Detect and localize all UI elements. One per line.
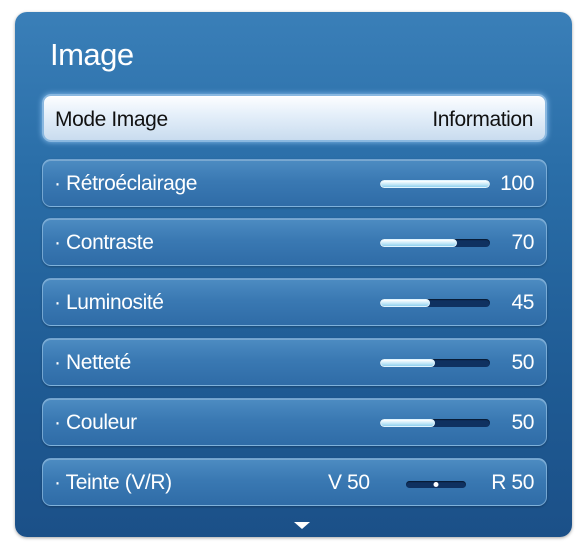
setting-value: 50	[511, 351, 534, 374]
setting-label: · Rétroéclairage	[54, 172, 197, 195]
setting-value: 100	[500, 172, 534, 195]
panel-title: Image	[50, 37, 134, 72]
slider-fill	[380, 180, 490, 188]
mode-image-row[interactable]: Mode Image Information	[42, 94, 547, 142]
setting-label: · Couleur	[54, 411, 137, 434]
setting-slider[interactable]	[380, 180, 490, 188]
setting-row-retroeclairage[interactable]: · Rétroéclairage 100	[42, 159, 547, 207]
setting-row-teinte[interactable]: · Teinte (V/R) V 50 R 50	[42, 458, 547, 506]
setting-slider[interactable]	[380, 299, 490, 307]
picture-settings-panel: Image Mode Image Information · Rétroécla…	[15, 12, 572, 537]
slider-fill	[380, 419, 435, 427]
setting-label: · Luminosité	[54, 291, 164, 314]
tint-slider-thumb[interactable]	[433, 482, 439, 487]
mode-image-value: Information	[432, 108, 533, 131]
setting-row-luminosite[interactable]: · Luminosité 45	[42, 278, 547, 326]
setting-row-couleur[interactable]: · Couleur 50	[42, 398, 547, 446]
tint-label: · Teinte (V/R)	[54, 471, 172, 494]
slider-fill	[380, 359, 435, 367]
setting-row-nettete[interactable]: · Netteté 50	[42, 338, 547, 386]
setting-slider[interactable]	[380, 239, 490, 247]
mode-image-label: Mode Image	[55, 108, 168, 131]
tint-slider[interactable]	[406, 481, 466, 488]
setting-label: · Netteté	[54, 351, 131, 374]
setting-slider[interactable]	[380, 419, 490, 427]
setting-label: · Contraste	[54, 231, 154, 254]
tint-green-value: V 50	[328, 471, 370, 494]
chevron-down-icon[interactable]	[294, 522, 310, 529]
setting-slider[interactable]	[380, 359, 490, 367]
setting-value: 50	[511, 411, 534, 434]
slider-fill	[380, 299, 430, 307]
slider-fill	[380, 239, 457, 247]
tint-red-value: R 50	[491, 471, 534, 494]
setting-value: 70	[511, 231, 534, 254]
setting-value: 45	[511, 291, 534, 314]
setting-row-contraste[interactable]: · Contraste 70	[42, 218, 547, 266]
